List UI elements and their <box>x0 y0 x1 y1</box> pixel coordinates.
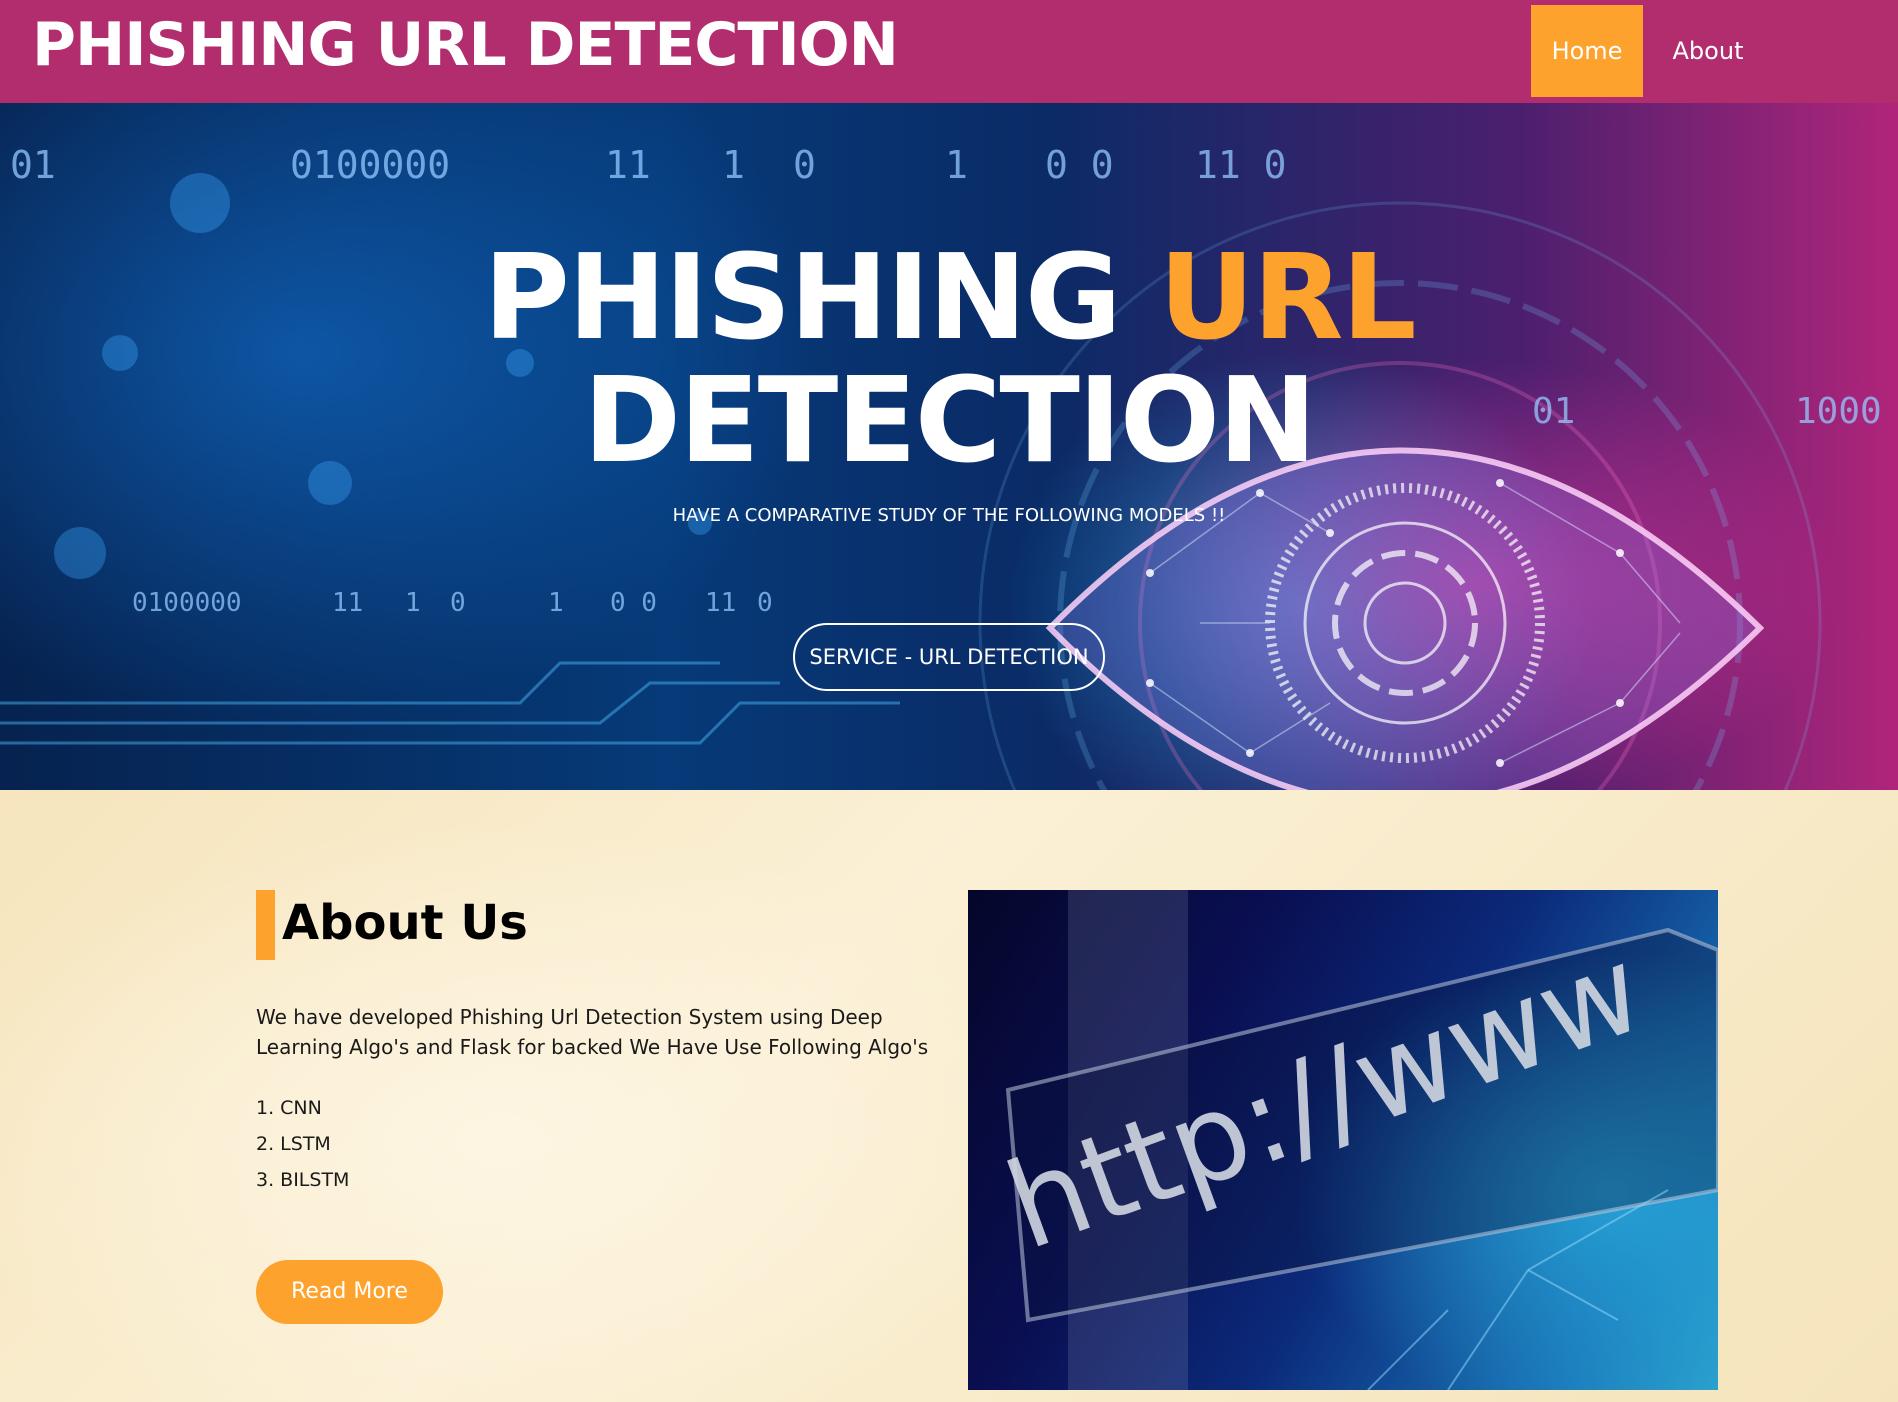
http-www-image: http://www <box>968 890 1718 1390</box>
hero-title-text: PHISHING <box>483 228 1159 366</box>
algorithm-list: 1. CNN 2. LSTM 3. BILSTM <box>256 1090 556 1198</box>
about-section: About Us We have developed Phishing Url … <box>0 790 1898 1402</box>
binary-text: 1 <box>722 143 745 187</box>
navbar: PHISHING URL DETECTION Home About <box>0 0 1898 103</box>
service-url-detection-button[interactable]: SERVICE - URL DETECTION <box>793 623 1105 691</box>
eye-outline <box>1045 447 1765 790</box>
binary-text: 0100000 <box>290 143 451 187</box>
hero-title-line-2: DETECTION <box>583 351 1317 489</box>
binary-text: 1 <box>405 588 421 618</box>
about-title: About Us <box>282 895 528 951</box>
hero-subtitle: HAVE A COMPARATIVE STUDY OF THE FOLLOWIN… <box>672 505 1226 526</box>
read-more-button[interactable]: Read More <box>256 1260 443 1324</box>
binary-text: 11 <box>332 588 364 618</box>
list-item: 1. CNN <box>256 1097 322 1119</box>
binary-text: 0 0 <box>1045 143 1114 187</box>
hero-title-line-1: PHISHING URL <box>0 233 1898 361</box>
nav-home-link[interactable]: Home <box>1531 5 1643 97</box>
about-title-accent-bar <box>256 890 275 960</box>
list-item: 3. BILSTM <box>256 1169 350 1191</box>
binary-text: 0 <box>793 143 816 187</box>
binary-text: 0 0 <box>610 588 657 618</box>
hero-banner: 01 0100000 11 1 0 1 0 0 11 0 0100000 11 … <box>0 103 1898 790</box>
binary-text: 11 <box>605 143 651 187</box>
binary-text: 0100000 <box>132 588 242 618</box>
binary-text: 0 <box>450 588 466 618</box>
binary-text: 0 <box>757 588 773 618</box>
about-description: We have developed Phishing Url Detection… <box>256 1005 929 1059</box>
binary-text: 1 <box>548 588 564 618</box>
list-item: 2. LSTM <box>256 1133 331 1155</box>
binary-text: 1 <box>945 143 968 187</box>
binary-text: 01 <box>10 143 56 187</box>
nav-about-link[interactable]: About <box>1658 5 1758 97</box>
hero-title-accent: URL <box>1158 228 1417 366</box>
url-bar-illustration: http://www <box>990 890 1718 1390</box>
brand-title[interactable]: PHISHING URL DETECTION <box>32 10 899 80</box>
binary-text: 11 <box>705 588 737 618</box>
binary-text: 11 0 <box>1195 143 1287 187</box>
